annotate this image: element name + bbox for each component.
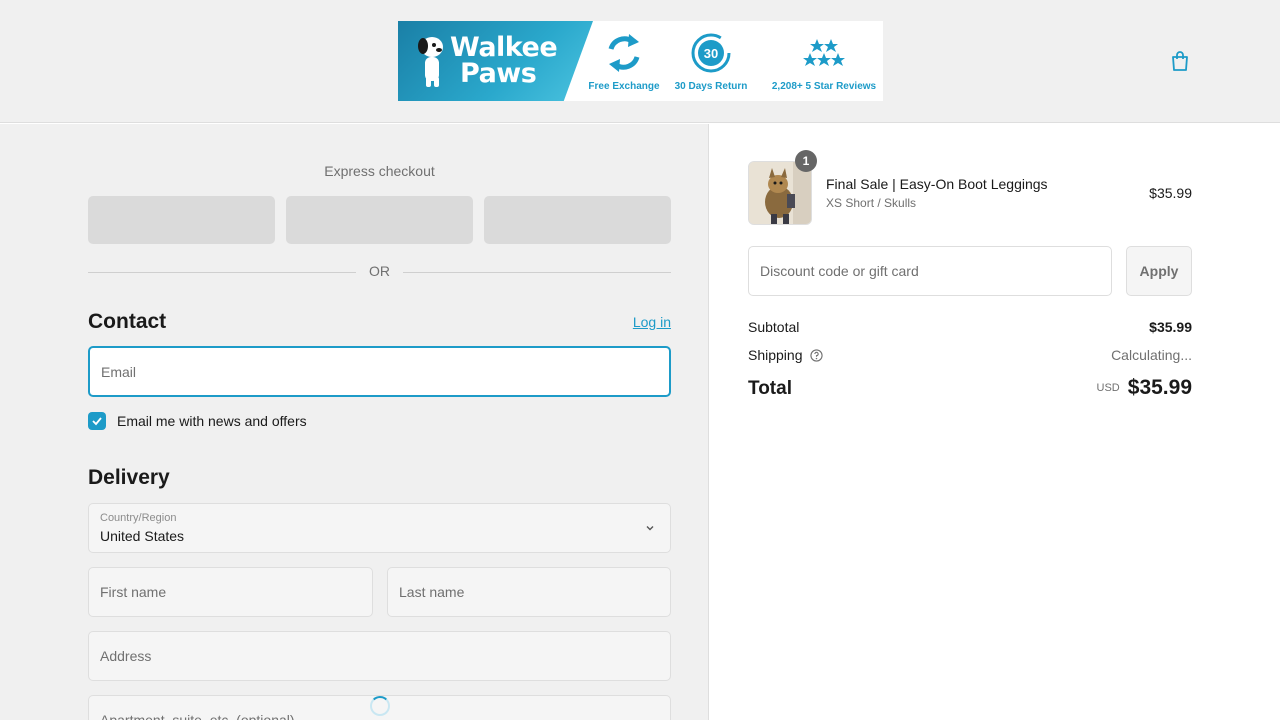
express-pay-button-3[interactable] xyxy=(484,196,671,244)
shopping-bag-icon[interactable] xyxy=(1168,49,1192,73)
checkout-form-panel: Express checkout OR Contact Log in Email… xyxy=(0,124,709,720)
return-30-icon: 30 xyxy=(691,33,731,73)
newsletter-checkbox-row[interactable]: Email me with news and offers xyxy=(88,411,307,431)
reviews-badge: 2,208+ 5 Star Reviews xyxy=(769,31,879,92)
return-badge: 30 30 Days Return xyxy=(666,31,756,92)
email-field[interactable] xyxy=(88,346,671,397)
checkmark-icon xyxy=(92,417,102,426)
newsletter-checkbox[interactable] xyxy=(88,412,106,430)
badge-label-exchange: Free Exchange xyxy=(588,81,660,92)
total-value-row: USD $35.99 xyxy=(1010,376,1192,400)
email-input[interactable] xyxy=(90,348,669,395)
order-summary-panel: 1 Final Sale | Easy-On Boot Leggings XS … xyxy=(710,124,1280,720)
badge-label-reviews: 2,208+ 5 Star Reviews xyxy=(771,81,877,92)
delivery-heading: Delivery xyxy=(88,466,170,489)
product-name: Final Sale | Easy-On Boot Leggings xyxy=(826,176,1048,192)
discount-placeholder: Discount code or gift card xyxy=(760,263,919,279)
chevron-down-icon xyxy=(646,526,654,531)
first-name-field[interactable]: First name xyxy=(88,567,373,617)
log-in-link[interactable]: Log in xyxy=(600,314,671,330)
return-days-number: 30 xyxy=(704,46,718,61)
checkout-header: Walkee Paws Free Exchange 30 30 Days Ret… xyxy=(0,0,1280,123)
dog-mascot-icon xyxy=(418,37,443,87)
last-name-placeholder: Last name xyxy=(399,584,465,600)
address-placeholder: Address xyxy=(100,648,152,664)
quantity-badge: 1 xyxy=(795,150,817,172)
shipping-label-row: Shipping xyxy=(748,347,823,363)
discount-field[interactable]: Discount code or gift card xyxy=(748,246,1112,296)
shipping-value: Calculating... xyxy=(1111,347,1192,363)
brand-wordmark: Walkee Paws xyxy=(450,34,558,89)
last-name-field[interactable]: Last name xyxy=(387,567,671,617)
express-pay-button-1[interactable] xyxy=(88,196,275,244)
country-select[interactable]: Country/Region United States xyxy=(88,503,671,553)
shipping-label: Shipping xyxy=(748,347,803,363)
stars-icon xyxy=(803,39,845,66)
country-label: Country/Region xyxy=(100,512,177,524)
product-variant: XS Short / Skulls xyxy=(826,196,917,210)
address-field[interactable]: Address xyxy=(88,631,671,681)
country-value: United States xyxy=(100,528,185,544)
total-amount: $35.99 xyxy=(1127,376,1192,399)
currency-code: USD xyxy=(1096,382,1120,394)
newsletter-label: Email me with news and offers xyxy=(117,413,307,429)
store-banner[interactable]: Walkee Paws Free Exchange 30 30 Days Ret… xyxy=(398,21,883,101)
divider-line-right xyxy=(403,272,671,273)
express-checkout-title: Express checkout xyxy=(324,163,435,179)
contact-heading: Contact xyxy=(88,310,167,333)
badge-label-return: 30 Days Return xyxy=(674,81,748,92)
exchange-icon xyxy=(608,34,640,72)
express-pay-button-2[interactable] xyxy=(286,196,473,244)
subtotal-label: Subtotal xyxy=(748,319,800,335)
loading-spinner-icon xyxy=(370,696,390,716)
subtotal-value: $35.99 xyxy=(1149,319,1192,335)
walkee-paws-logo: Walkee Paws xyxy=(398,21,593,101)
apartment-placeholder: Apartment, suite, etc. (optional) xyxy=(100,712,295,720)
free-exchange-badge: Free Exchange xyxy=(579,31,669,92)
help-circle-icon[interactable] xyxy=(809,348,823,362)
apply-discount-button[interactable]: Apply xyxy=(1126,246,1192,296)
product-price: $35.99 xyxy=(1149,185,1192,201)
brand-line-2: Paws xyxy=(460,58,537,89)
total-label: Total xyxy=(748,378,792,399)
or-divider: OR xyxy=(88,263,671,281)
first-name-placeholder: First name xyxy=(100,584,167,600)
or-text: OR xyxy=(369,263,390,279)
